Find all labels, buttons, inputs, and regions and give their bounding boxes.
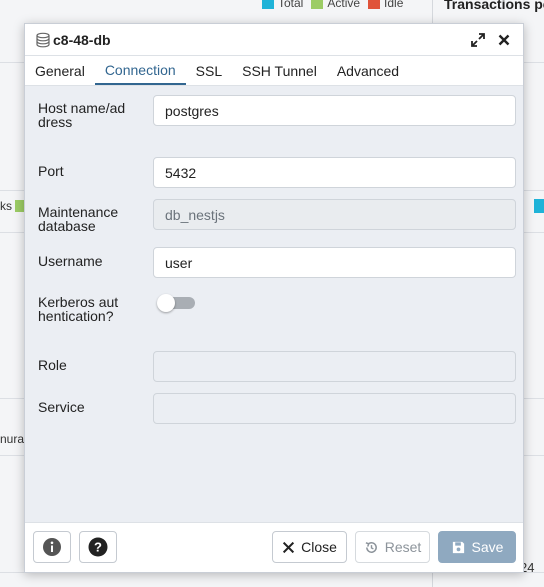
- legend-active: Active: [327, 0, 361, 10]
- expand-icon: [471, 32, 485, 47]
- close-button[interactable]: Close: [272, 531, 347, 563]
- save-button-label: Save: [471, 539, 504, 555]
- dialog-title: c8-48-db: [53, 31, 111, 48]
- role-label: Role: [38, 357, 67, 373]
- dialog-tabs: General Connection SSL SSH Tunnel Advanc…: [25, 56, 523, 86]
- tab-connection[interactable]: Connection: [94, 56, 186, 85]
- host-input[interactable]: postgres: [153, 95, 516, 126]
- legend-idle: Idle: [384, 0, 404, 10]
- maximize-button[interactable]: [469, 31, 487, 49]
- close-icon: [498, 34, 510, 45]
- close-button-label: Close: [301, 539, 337, 555]
- legend-total: Total: [278, 0, 304, 10]
- background-fragment-2: nura: [0, 432, 25, 446]
- legend-swatch-total: [262, 0, 274, 9]
- username-label: Username: [38, 253, 103, 269]
- transactions-panel-title: Transactions pe: [444, 0, 544, 12]
- database-icon: [36, 32, 50, 47]
- legend-swatch-idle: [368, 0, 381, 9]
- help-icon: ?: [88, 537, 108, 557]
- history-icon: [365, 541, 377, 553]
- maintenance-db-input: db_nestjs: [153, 199, 516, 230]
- kerberos-toggle[interactable]: [157, 294, 195, 312]
- tab-advanced[interactable]: Advanced: [327, 56, 409, 85]
- legend-swatch-active: [311, 0, 324, 9]
- tab-general[interactable]: General: [25, 56, 95, 85]
- info-button[interactable]: [33, 531, 71, 563]
- svg-text:?: ?: [94, 540, 102, 555]
- save-button[interactable]: Save: [438, 531, 516, 563]
- role-input[interactable]: [153, 351, 516, 382]
- dialog-titlebar[interactable]: c8-48-db: [25, 24, 523, 56]
- reset-button[interactable]: Reset: [355, 531, 430, 563]
- port-input[interactable]: 5432: [153, 157, 516, 188]
- background-fragment: ks: [0, 199, 27, 213]
- chart-legend: Total Active Idle: [262, 0, 403, 10]
- close-icon: [283, 541, 295, 553]
- service-label: Service: [38, 399, 85, 415]
- floppy-disk-icon: [452, 541, 464, 553]
- tab-ssh-tunnel[interactable]: SSH Tunnel: [232, 56, 327, 85]
- maintenance-db-label: Maintenance database: [38, 204, 119, 234]
- info-icon: [43, 538, 61, 556]
- host-label: Host name/address: [38, 100, 126, 130]
- service-input[interactable]: [153, 393, 516, 424]
- background-swatch: [534, 199, 544, 213]
- help-button[interactable]: ?: [79, 531, 117, 563]
- tab-ssl[interactable]: SSL: [186, 56, 232, 85]
- kerberos-label: Kerberos authentication?: [38, 294, 119, 324]
- port-label: Port: [38, 163, 64, 179]
- dialog-footer: ? Close Reset Save: [25, 522, 523, 572]
- close-dialog-button[interactable]: [495, 31, 513, 49]
- reset-button-label: Reset: [384, 539, 422, 555]
- username-input[interactable]: user: [153, 247, 516, 278]
